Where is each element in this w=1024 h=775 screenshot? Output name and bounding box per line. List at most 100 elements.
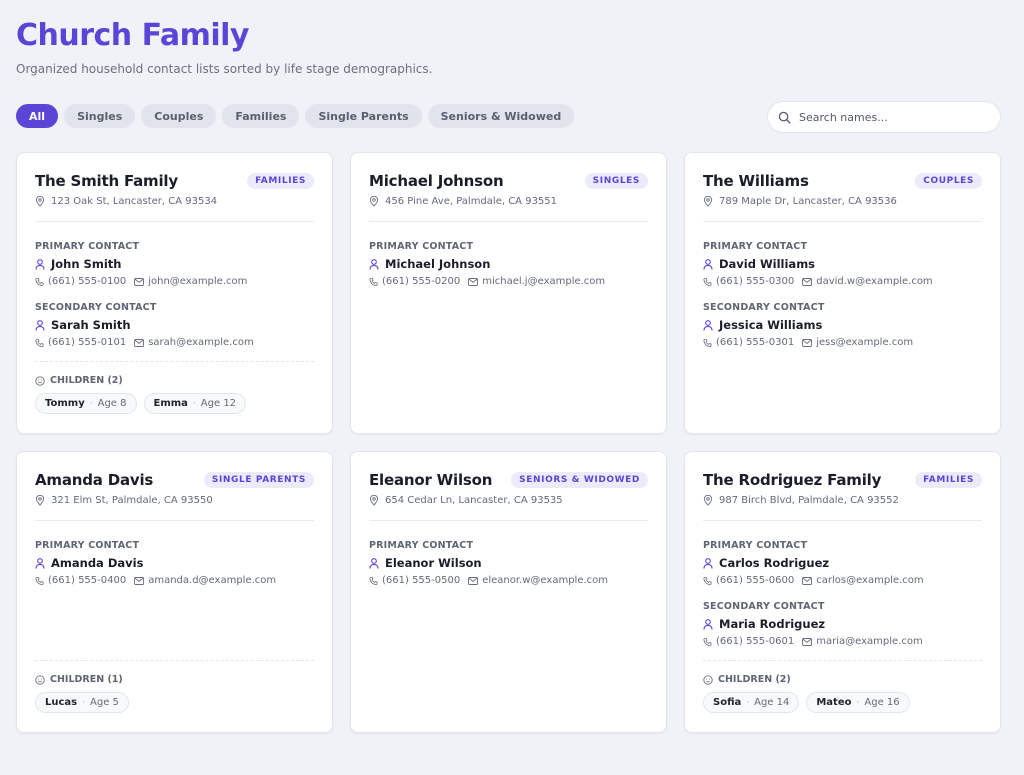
contact-phone[interactable]: (661) 555-0300 [716, 276, 794, 287]
category-badge: SINGLES [584, 173, 648, 189]
child-chip: Sofia · Age 14 [703, 692, 800, 713]
contact-name: Maria Rodriguez [719, 617, 826, 631]
person-icon [35, 319, 45, 331]
filter-chip-singles[interactable]: Singles [64, 104, 136, 128]
household-name: The Smith Family [35, 172, 178, 190]
primary-contact-label: PRIMARY CONTACT [35, 241, 140, 252]
household-address: 321 Elm St, Palmdale, CA 93550 [51, 495, 213, 506]
contact-email[interactable]: michael.j@example.com [482, 276, 605, 287]
household-address: 654 Cedar Ln, Lancaster, CA 93535 [385, 495, 563, 506]
child-name: Tommy [45, 398, 85, 409]
secondary-contact-label: SECONDARY CONTACT [703, 601, 825, 612]
contact-phone[interactable]: (661) 555-0100 [48, 276, 126, 287]
contact-email[interactable]: carlos@example.com [816, 575, 923, 586]
child-age: Age 8 [97, 398, 127, 409]
child-name: Sofia [713, 697, 742, 708]
filter-bar: All Singles Couples Families Single Pare… [16, 104, 575, 128]
divider [35, 520, 314, 521]
contact-phone[interactable]: (661) 555-0400 [48, 575, 126, 586]
household-card[interactable]: Michael Johnson SINGLES 456 Pine Ave, Pa… [350, 152, 667, 434]
secondary-contact-label: SECONDARY CONTACT [35, 302, 157, 313]
contact-phone[interactable]: (661) 555-0500 [382, 575, 460, 586]
household-name: Eleanor Wilson [369, 471, 493, 489]
contact-email[interactable]: jess@example.com [816, 337, 913, 348]
smiley-icon [35, 674, 45, 685]
person-icon [35, 258, 45, 270]
person-icon [703, 258, 713, 270]
mail-icon [802, 637, 813, 646]
person-icon [703, 557, 713, 569]
household-card[interactable]: The Smith Family FAMILIES 123 Oak St, La… [16, 152, 333, 434]
child-separator: · [89, 398, 93, 409]
filter-chip-seniors-widowed[interactable]: Seniors & Widowed [427, 104, 575, 128]
phone-icon [703, 277, 712, 287]
phone-icon [703, 338, 712, 348]
filter-chip-all[interactable]: All [16, 104, 59, 128]
contact-name: Jessica Williams [719, 318, 823, 332]
contact-name: John Smith [51, 257, 122, 271]
household-card[interactable]: The Williams COUPLES 789 Maple Dr, Lanca… [684, 152, 1001, 434]
mail-icon [134, 277, 145, 286]
contact-phone[interactable]: (661) 555-0101 [48, 337, 126, 348]
filter-chip-families[interactable]: Families [222, 104, 300, 128]
search-input[interactable] [799, 110, 989, 124]
child-chip: Tommy · Age 8 [35, 393, 137, 414]
contact-email[interactable]: sarah@example.com [148, 337, 254, 348]
primary-contact-label: PRIMARY CONTACT [369, 241, 474, 252]
household-name: Amanda Davis [35, 471, 154, 489]
contact-email[interactable]: maria@example.com [816, 636, 922, 647]
contact-email[interactable]: david.w@example.com [816, 276, 932, 287]
mail-icon [802, 277, 813, 286]
category-badge: COUPLES [915, 173, 982, 189]
phone-icon [703, 637, 712, 647]
contact-name: Amanda Davis [51, 556, 144, 570]
children-divider [35, 361, 314, 362]
contact-email[interactable]: eleanor.w@example.com [482, 575, 608, 586]
children-divider [35, 660, 314, 661]
person-icon [703, 319, 713, 331]
category-badge: SINGLE PARENTS [203, 472, 314, 488]
child-chip: Mateo · Age 16 [806, 692, 910, 713]
phone-icon [35, 576, 44, 586]
filter-chip-couples[interactable]: Couples [141, 104, 217, 128]
mail-icon [134, 576, 145, 585]
divider [369, 221, 648, 222]
children-label: CHILDREN (2) [50, 375, 123, 386]
household-card[interactable]: Eleanor Wilson SENIORS & WIDOWED 654 Ced… [350, 451, 667, 733]
contact-phone[interactable]: (661) 555-0601 [716, 636, 794, 647]
location-pin-icon [35, 196, 45, 207]
child-chip: Lucas · Age 5 [35, 692, 129, 713]
page-title: Church Family [16, 18, 249, 53]
page-subtitle: Organized household contact lists sorted… [16, 62, 433, 76]
household-address: 789 Maple Dr, Lancaster, CA 93536 [719, 196, 897, 207]
primary-contact-label: PRIMARY CONTACT [35, 540, 140, 551]
mail-icon [134, 338, 145, 347]
phone-icon [369, 576, 378, 586]
divider [35, 221, 314, 222]
household-address: 456 Pine Ave, Palmdale, CA 93551 [385, 196, 558, 207]
mail-icon [468, 277, 479, 286]
contact-name: Eleanor Wilson [385, 556, 482, 570]
filter-chip-single-parents[interactable]: Single Parents [305, 104, 422, 128]
category-badge: SENIORS & WIDOWED [511, 472, 648, 488]
contact-email[interactable]: amanda.d@example.com [148, 575, 276, 586]
search-icon [778, 111, 791, 124]
divider [703, 221, 982, 222]
household-name: The Rodriguez Family [703, 471, 882, 489]
household-address: 123 Oak St, Lancaster, CA 93534 [51, 196, 218, 207]
contact-phone[interactable]: (661) 555-0200 [382, 276, 460, 287]
contact-phone[interactable]: (661) 555-0600 [716, 575, 794, 586]
child-name: Emma [153, 398, 188, 409]
phone-icon [369, 277, 378, 287]
child-separator: · [82, 697, 85, 708]
household-card[interactable]: Amanda Davis SINGLE PARENTS 321 Elm St, … [16, 451, 333, 733]
household-name: The Williams [703, 172, 809, 190]
person-icon [369, 557, 379, 569]
primary-contact-label: PRIMARY CONTACT [703, 241, 808, 252]
location-pin-icon [703, 495, 713, 506]
contact-email[interactable]: john@example.com [148, 276, 247, 287]
contact-phone[interactable]: (661) 555-0301 [716, 337, 794, 348]
child-separator: · [856, 697, 860, 708]
location-pin-icon [369, 196, 379, 207]
household-card[interactable]: The Rodriguez Family FAMILIES 987 Birch … [684, 451, 1001, 733]
